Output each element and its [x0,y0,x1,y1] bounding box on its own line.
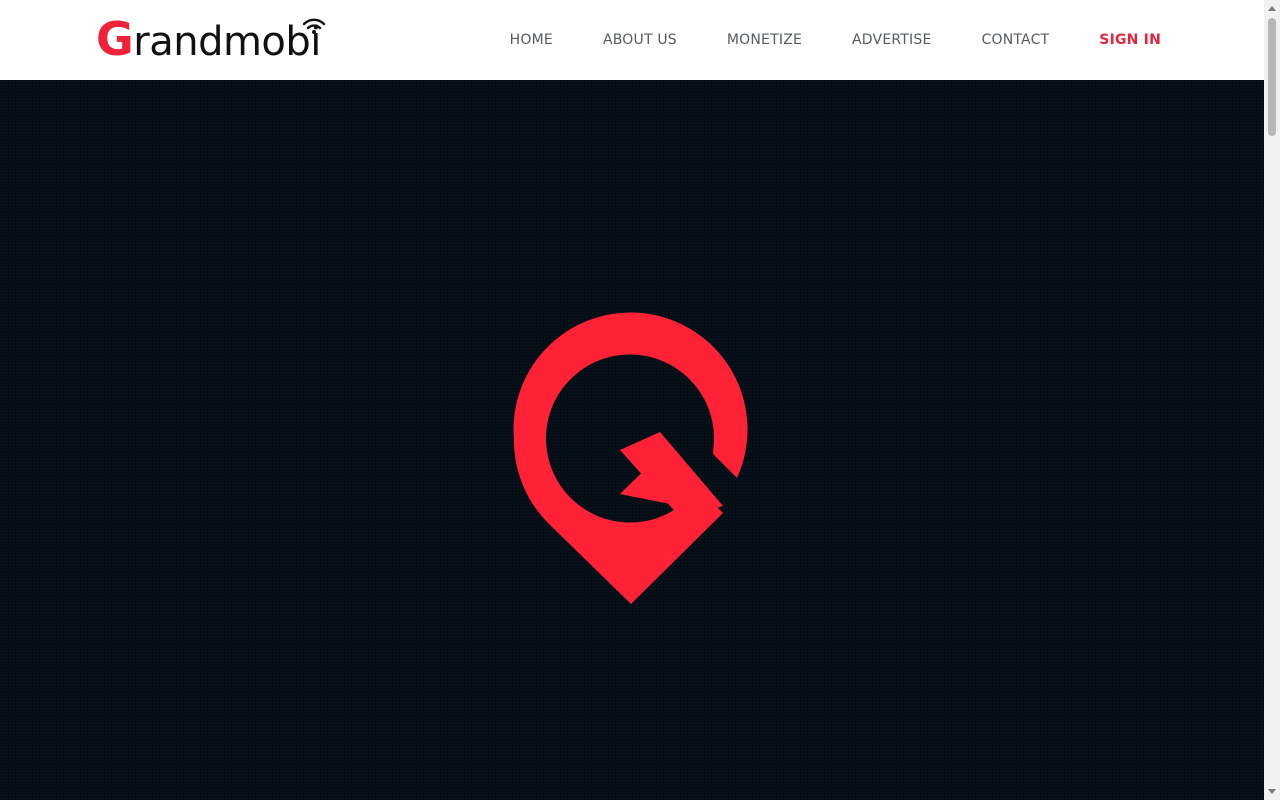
logo-wordmark: Grandmobi [96,16,321,62]
chevron-down-icon[interactable] [1268,789,1276,794]
page: Grandmobi HOME ABOUT US MONETIZE ADVERTI… [0,0,1264,800]
scrollbar-thumb[interactable] [1268,18,1276,136]
main-nav: HOME ABOUT US MONETIZE ADVERTISE CONTACT… [510,0,1161,80]
top-navbar: Grandmobi HOME ABOUT US MONETIZE ADVERTI… [0,0,1264,80]
chevron-up-icon[interactable] [1268,6,1276,11]
nav-monetize[interactable]: MONETIZE [727,32,802,48]
page-scrollbar[interactable] [1264,0,1280,800]
nav-contact[interactable]: CONTACT [982,32,1050,48]
nav-advertise[interactable]: ADVERTISE [852,32,931,48]
nav-about-us[interactable]: ABOUT US [603,32,677,48]
logo-rest: randmobi [133,19,321,65]
wifi-signal-icon [302,18,326,34]
site-logo[interactable]: Grandmobi [96,16,326,62]
sign-in-link[interactable]: SIGN IN [1099,32,1161,48]
logo-initial: G [96,12,134,66]
nav-home[interactable]: HOME [510,32,553,48]
hero-section [0,80,1264,800]
location-pin-g-icon [513,312,748,604]
